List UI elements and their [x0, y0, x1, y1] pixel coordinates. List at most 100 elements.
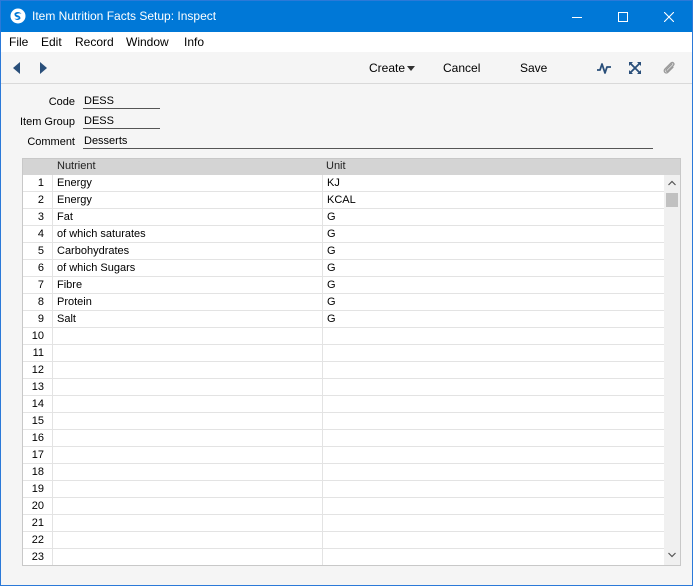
header-form: Code DESS Item Group DESS Comment Desser… — [1, 85, 692, 155]
cancel-button[interactable]: Cancel — [443, 61, 480, 75]
column-header-nutrient[interactable]: Nutrient — [57, 160, 96, 172]
unit-cell[interactable] — [323, 362, 664, 379]
table-row[interactable]: 23 — [23, 549, 664, 565]
nutrient-cell[interactable] — [53, 362, 323, 379]
nutrient-cell[interactable]: of which Sugars — [53, 260, 323, 277]
table-row[interactable]: 8 Protein G — [23, 294, 664, 311]
table-row[interactable]: 10 — [23, 328, 664, 345]
unit-cell[interactable] — [323, 464, 664, 481]
vertical-scrollbar[interactable] — [664, 175, 680, 565]
table-row[interactable]: 6 of which Sugars G — [23, 260, 664, 277]
unit-cell[interactable]: G — [323, 294, 664, 311]
table-row[interactable]: 4 of which saturates G — [23, 226, 664, 243]
nutrient-cell[interactable] — [53, 464, 323, 481]
nutrient-cell[interactable] — [53, 549, 323, 565]
save-button[interactable]: Save — [520, 61, 547, 75]
unit-cell[interactable] — [323, 396, 664, 413]
row-number: 10 — [23, 328, 53, 345]
table-row[interactable]: 14 — [23, 396, 664, 413]
arrow-right-icon[interactable] — [37, 61, 49, 75]
menu-edit[interactable]: Edit — [41, 35, 62, 49]
minimize-icon — [572, 16, 582, 18]
table-row[interactable]: 12 — [23, 362, 664, 379]
unit-cell[interactable]: G — [323, 209, 664, 226]
toolbar: Create Cancel Save — [1, 52, 692, 84]
activity-icon[interactable] — [596, 60, 612, 76]
unit-cell[interactable] — [323, 379, 664, 396]
menu-info[interactable]: Info — [184, 35, 204, 49]
menu-file[interactable]: File — [9, 35, 28, 49]
unit-cell[interactable] — [323, 498, 664, 515]
nutrient-cell[interactable] — [53, 413, 323, 430]
nutrient-cell[interactable]: Carbohydrates — [53, 243, 323, 260]
nutrient-cell[interactable] — [53, 481, 323, 498]
nutrient-cell[interactable] — [53, 515, 323, 532]
unit-cell[interactable]: G — [323, 311, 664, 328]
table-row[interactable]: 7 Fibre G — [23, 277, 664, 294]
code-field[interactable]: DESS — [83, 95, 160, 109]
table-row[interactable]: 15 — [23, 413, 664, 430]
unit-cell[interactable]: KCAL — [323, 192, 664, 209]
comment-field[interactable]: Desserts — [83, 135, 653, 149]
row-number: 17 — [23, 447, 53, 464]
nutrient-cell[interactable] — [53, 447, 323, 464]
table-row[interactable]: 22 — [23, 532, 664, 549]
scroll-down-icon[interactable] — [668, 552, 676, 558]
table-row[interactable]: 2 Energy KCAL — [23, 192, 664, 209]
unit-cell[interactable] — [323, 447, 664, 464]
unit-cell[interactable] — [323, 413, 664, 430]
unit-cell[interactable]: G — [323, 277, 664, 294]
create-button[interactable]: Create — [369, 61, 405, 75]
nutrient-cell[interactable]: Salt — [53, 311, 323, 328]
nutrient-cell[interactable]: Fibre — [53, 277, 323, 294]
unit-cell[interactable] — [323, 515, 664, 532]
nutrient-cell[interactable] — [53, 328, 323, 345]
nutrient-cell[interactable]: Fat — [53, 209, 323, 226]
unit-cell[interactable]: G — [323, 260, 664, 277]
nutrient-cell[interactable]: Energy — [53, 192, 323, 209]
column-header-unit[interactable]: Unit — [326, 160, 346, 172]
paperclip-icon[interactable] — [661, 60, 677, 76]
unit-cell[interactable] — [323, 345, 664, 362]
unit-cell[interactable]: G — [323, 243, 664, 260]
arrow-left-icon[interactable] — [11, 61, 23, 75]
scrollbar-thumb[interactable] — [666, 193, 678, 207]
unit-cell[interactable] — [323, 481, 664, 498]
menu-record[interactable]: Record — [75, 35, 114, 49]
table-row[interactable]: 3 Fat G — [23, 209, 664, 226]
table-row[interactable]: 11 — [23, 345, 664, 362]
unit-cell[interactable] — [323, 549, 664, 565]
nutrient-cell[interactable] — [53, 379, 323, 396]
unit-cell[interactable] — [323, 532, 664, 549]
menu-window[interactable]: Window — [126, 35, 169, 49]
nutrient-cell[interactable] — [53, 430, 323, 447]
close-button[interactable] — [646, 1, 692, 32]
table-row[interactable]: 9 Salt G — [23, 311, 664, 328]
table-row[interactable]: 19 — [23, 481, 664, 498]
table-row[interactable]: 5 Carbohydrates G — [23, 243, 664, 260]
table-row[interactable]: 16 — [23, 430, 664, 447]
table-row[interactable]: 21 — [23, 515, 664, 532]
table-row[interactable]: 13 — [23, 379, 664, 396]
expand-icon[interactable] — [627, 60, 643, 76]
nutrient-cell[interactable] — [53, 532, 323, 549]
unit-cell[interactable] — [323, 328, 664, 345]
nutrient-cell[interactable]: Protein — [53, 294, 323, 311]
table-row[interactable]: 18 — [23, 464, 664, 481]
minimize-button[interactable] — [554, 1, 600, 32]
nutrient-cell[interactable] — [53, 498, 323, 515]
nutrient-cell[interactable] — [53, 396, 323, 413]
item-group-field[interactable]: DESS — [83, 115, 160, 129]
table-row[interactable]: 17 — [23, 447, 664, 464]
unit-cell[interactable]: KJ — [323, 175, 664, 192]
nutrient-cell[interactable]: of which saturates — [53, 226, 323, 243]
unit-cell[interactable]: G — [323, 226, 664, 243]
maximize-button[interactable] — [600, 1, 646, 32]
chevron-down-icon[interactable] — [407, 66, 415, 71]
table-row[interactable]: 20 — [23, 498, 664, 515]
table-row[interactable]: 1 Energy KJ — [23, 175, 664, 192]
nutrient-cell[interactable]: Energy — [53, 175, 323, 192]
unit-cell[interactable] — [323, 430, 664, 447]
nutrient-cell[interactable] — [53, 345, 323, 362]
scroll-up-icon[interactable] — [668, 180, 676, 186]
